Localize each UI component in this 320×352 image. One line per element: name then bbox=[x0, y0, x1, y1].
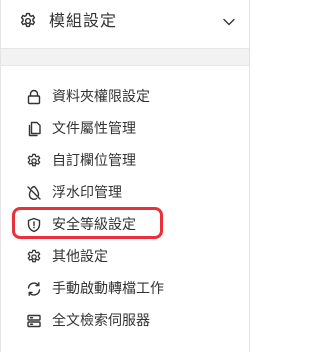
section-gap bbox=[1, 49, 249, 65]
menu-item-manual-conversion[interactable]: 手動啟動轉檔工作 bbox=[1, 274, 249, 306]
gear-icon bbox=[26, 249, 42, 265]
gear-icon bbox=[19, 12, 37, 30]
menu-item-label: 浮水印管理 bbox=[52, 185, 122, 201]
lock-icon bbox=[26, 89, 42, 105]
watermark-icon bbox=[26, 185, 42, 201]
module-settings-title: 模組設定 bbox=[49, 11, 118, 30]
settings-menu: 資料夾權限設定 文件屬性管理 自訂欄位管理 浮水印管理 安全等級設定 其他設定 … bbox=[1, 65, 249, 352]
gear-icon bbox=[26, 153, 42, 169]
menu-item-security-levels[interactable]: 安全等級設定 bbox=[1, 207, 249, 242]
module-settings-panel: 模組設定 資料夾權限設定 文件屬性管理 自訂欄位管理 浮水印管理 安全等級設定 … bbox=[0, 0, 250, 352]
sync-icon bbox=[26, 281, 42, 297]
menu-item-label: 自訂欄位管理 bbox=[52, 153, 136, 169]
menu-item-label: 文件屬性管理 bbox=[52, 121, 136, 137]
menu-item-other-settings[interactable]: 其他設定 bbox=[1, 242, 249, 274]
documents-icon bbox=[26, 121, 42, 137]
menu-item-folder-permissions[interactable]: 資料夾權限設定 bbox=[1, 82, 249, 114]
menu-item-label: 安全等級設定 bbox=[52, 217, 136, 233]
menu-item-label: 手動啟動轉檔工作 bbox=[52, 281, 164, 297]
menu-item-label: 全文檢索伺服器 bbox=[52, 313, 150, 329]
menu-item-custom-fields[interactable]: 自訂欄位管理 bbox=[1, 146, 249, 178]
server-icon bbox=[26, 313, 42, 329]
menu-item-document-attributes[interactable]: 文件屬性管理 bbox=[1, 114, 249, 146]
menu-item-label: 資料夾權限設定 bbox=[52, 89, 150, 105]
menu-item-fulltext-server[interactable]: 全文檢索伺服器 bbox=[1, 306, 249, 338]
menu-item-watermark[interactable]: 浮水印管理 bbox=[1, 178, 249, 210]
menu-item-label: 其他設定 bbox=[52, 249, 108, 265]
chevron-down-icon[interactable] bbox=[222, 15, 236, 29]
shield-icon bbox=[26, 217, 42, 233]
module-settings-header[interactable]: 模組設定 bbox=[1, 0, 249, 49]
